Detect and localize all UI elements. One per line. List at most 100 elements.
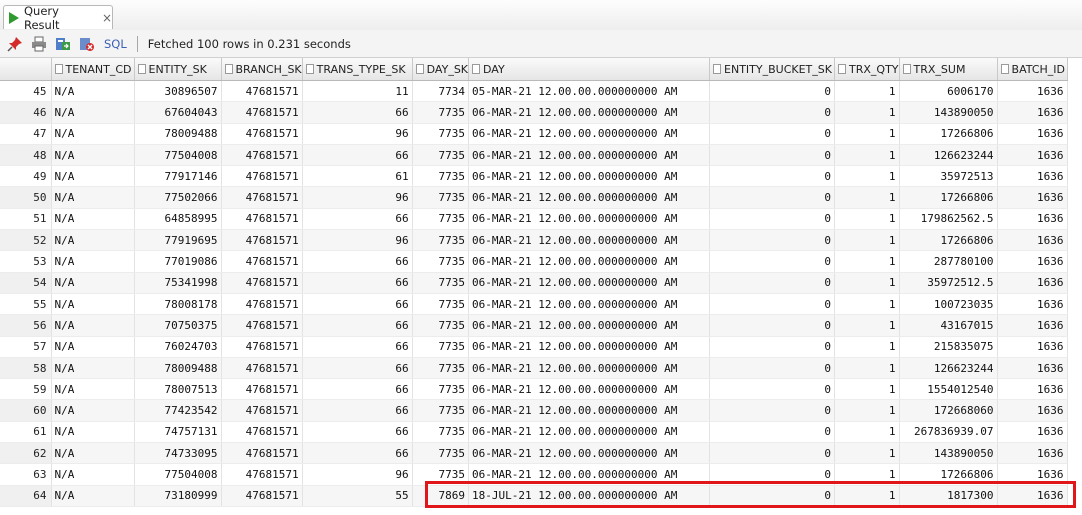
row-number[interactable]: 49 [0, 165, 52, 188]
cell-day[interactable]: 06-MAR-21 12.00.00.000000000 AM [468, 293, 711, 316]
cell-entity-sk[interactable]: 78008178 [134, 293, 222, 316]
cell-trx-sum[interactable]: 267836939.07 [899, 421, 998, 444]
cell-trx-qty[interactable]: 1 [834, 101, 900, 124]
row-number[interactable]: 60 [0, 399, 52, 422]
cell-trans-type-sk[interactable]: 66 [302, 101, 413, 124]
cell-entity-bucket-sk[interactable]: 0 [709, 463, 836, 486]
row-number[interactable]: 59 [0, 378, 52, 401]
cell-entity-sk[interactable]: 78007513 [134, 378, 222, 401]
cell-tenant-cd[interactable]: N/A [51, 442, 135, 465]
cell-batch-id[interactable]: 1636 [997, 463, 1068, 486]
cell-trx-sum[interactable]: 35972512.5 [899, 272, 998, 294]
delete-icon[interactable] [78, 35, 96, 53]
cell-trx-qty[interactable]: 1 [834, 293, 900, 316]
cell-entity-bucket-sk[interactable]: 0 [709, 293, 836, 316]
cell-trx-sum[interactable]: 172668060 [899, 399, 998, 422]
cell-batch-id[interactable]: 1636 [997, 80, 1068, 103]
cell-day[interactable]: 06-MAR-21 12.00.00.000000000 AM [468, 378, 711, 401]
cell-branch-sk[interactable]: 47681571 [221, 123, 303, 145]
table-row[interactable]: 56 N/A 70750375 47681571 66 7735 06-MAR-21 12.… [0, 314, 1068, 337]
cell-day[interactable]: 06-MAR-21 12.00.00.000000000 AM [468, 336, 711, 358]
cell-trans-type-sk[interactable]: 66 [302, 293, 413, 316]
cell-branch-sk[interactable]: 47681571 [221, 485, 303, 507]
cell-trx-sum[interactable]: 143890050 [899, 442, 998, 465]
cell-tenant-cd[interactable]: N/A [51, 250, 135, 273]
table-row[interactable]: 57 N/A 76024703 47681571 66 7735 06-MAR-21 12.… [0, 336, 1068, 358]
cell-batch-id[interactable]: 1636 [997, 378, 1068, 401]
cell-entity-sk[interactable]: 64858995 [134, 208, 222, 231]
cell-day-sk[interactable]: 7735 [412, 208, 470, 231]
row-number[interactable]: 57 [0, 336, 52, 358]
cell-trx-qty[interactable]: 1 [834, 314, 900, 337]
cell-trx-qty[interactable]: 1 [834, 336, 900, 358]
column-header-batch-id[interactable]: BATCH_ID [997, 58, 1068, 81]
cell-tenant-cd[interactable]: N/A [51, 485, 135, 507]
cell-day[interactable]: 06-MAR-21 12.00.00.000000000 AM [468, 101, 711, 124]
cell-branch-sk[interactable]: 47681571 [221, 165, 303, 188]
cell-trx-qty[interactable]: 1 [834, 208, 900, 231]
cell-entity-bucket-sk[interactable]: 0 [709, 80, 836, 103]
cell-batch-id[interactable]: 1636 [997, 165, 1068, 188]
cell-tenant-cd[interactable]: N/A [51, 272, 135, 294]
cell-trx-sum[interactable]: 6006170 [899, 80, 998, 103]
cell-day[interactable]: 06-MAR-21 12.00.00.000000000 AM [468, 357, 711, 380]
cell-trx-qty[interactable]: 1 [834, 123, 900, 145]
cell-trx-sum[interactable]: 287780100 [899, 250, 998, 273]
cell-branch-sk[interactable]: 47681571 [221, 144, 303, 167]
export-icon[interactable] [54, 35, 72, 53]
cell-day-sk[interactable]: 7735 [412, 463, 470, 486]
cell-trx-sum[interactable]: 126623244 [899, 357, 998, 380]
cell-branch-sk[interactable]: 47681571 [221, 336, 303, 358]
cell-trans-type-sk[interactable]: 66 [302, 336, 413, 358]
row-number[interactable]: 50 [0, 186, 52, 209]
cell-entity-bucket-sk[interactable]: 0 [709, 165, 836, 188]
cell-entity-bucket-sk[interactable]: 0 [709, 421, 836, 444]
row-number[interactable]: 64 [0, 485, 52, 507]
table-row[interactable]: 54 N/A 75341998 47681571 66 7735 06-MAR-21 12.… [0, 272, 1068, 294]
cell-trx-qty[interactable]: 1 [834, 272, 900, 294]
cell-branch-sk[interactable]: 47681571 [221, 399, 303, 422]
row-number[interactable]: 46 [0, 101, 52, 124]
cell-batch-id[interactable]: 1636 [997, 357, 1068, 380]
cell-entity-bucket-sk[interactable]: 0 [709, 485, 836, 507]
table-row[interactable]: 64 N/A 73180999 47681571 55 7869 18-JUL-21 12.… [0, 485, 1068, 507]
cell-trans-type-sk[interactable]: 66 [302, 314, 413, 337]
cell-trx-qty[interactable]: 1 [834, 80, 900, 103]
cell-trx-qty[interactable]: 1 [834, 463, 900, 486]
cell-day-sk[interactable]: 7735 [412, 442, 470, 465]
cell-trans-type-sk[interactable]: 66 [302, 272, 413, 294]
cell-batch-id[interactable]: 1636 [997, 399, 1068, 422]
cell-batch-id[interactable]: 1636 [997, 442, 1068, 465]
row-number[interactable]: 61 [0, 421, 52, 444]
cell-trx-sum[interactable]: 143890050 [899, 101, 998, 124]
row-number[interactable]: 56 [0, 314, 52, 337]
cell-day-sk[interactable]: 7869 [412, 485, 470, 507]
cell-trans-type-sk[interactable]: 61 [302, 165, 413, 188]
cell-trx-sum[interactable]: 35972513 [899, 165, 998, 188]
column-header-tenant-cd[interactable]: TENANT_CD [51, 58, 135, 81]
cell-trans-type-sk[interactable]: 66 [302, 144, 413, 167]
cell-tenant-cd[interactable]: N/A [51, 123, 135, 145]
cell-branch-sk[interactable]: 47681571 [221, 229, 303, 252]
cell-day[interactable]: 06-MAR-21 12.00.00.000000000 AM [468, 208, 711, 231]
cell-tenant-cd[interactable]: N/A [51, 101, 135, 124]
column-header-trx-sum[interactable]: TRX_SUM [899, 58, 998, 81]
row-number[interactable]: 47 [0, 123, 52, 145]
cell-entity-sk[interactable]: 74733095 [134, 442, 222, 465]
cell-trx-qty[interactable]: 1 [834, 378, 900, 401]
cell-entity-bucket-sk[interactable]: 0 [709, 442, 836, 465]
cell-day[interactable]: 05-MAR-21 12.00.00.000000000 AM [468, 80, 711, 103]
cell-day[interactable]: 06-MAR-21 12.00.00.000000000 AM [468, 165, 711, 188]
table-row[interactable]: 62 N/A 74733095 47681571 66 7735 06-MAR-21 12.… [0, 442, 1068, 465]
cell-trx-qty[interactable]: 1 [834, 250, 900, 273]
cell-branch-sk[interactable]: 47681571 [221, 186, 303, 209]
cell-entity-sk[interactable]: 77019086 [134, 250, 222, 273]
cell-trx-sum[interactable]: 100723035 [899, 293, 998, 316]
table-row[interactable]: 61 N/A 74757131 47681571 66 7735 06-MAR-21 12.… [0, 421, 1068, 444]
cell-batch-id[interactable]: 1636 [997, 336, 1068, 358]
row-number[interactable]: 54 [0, 272, 52, 294]
cell-tenant-cd[interactable]: N/A [51, 165, 135, 188]
table-row[interactable]: 53 N/A 77019086 47681571 66 7735 06-MAR-21 12.… [0, 250, 1068, 273]
cell-entity-sk[interactable]: 78009488 [134, 357, 222, 380]
cell-day-sk[interactable]: 7735 [412, 250, 470, 273]
